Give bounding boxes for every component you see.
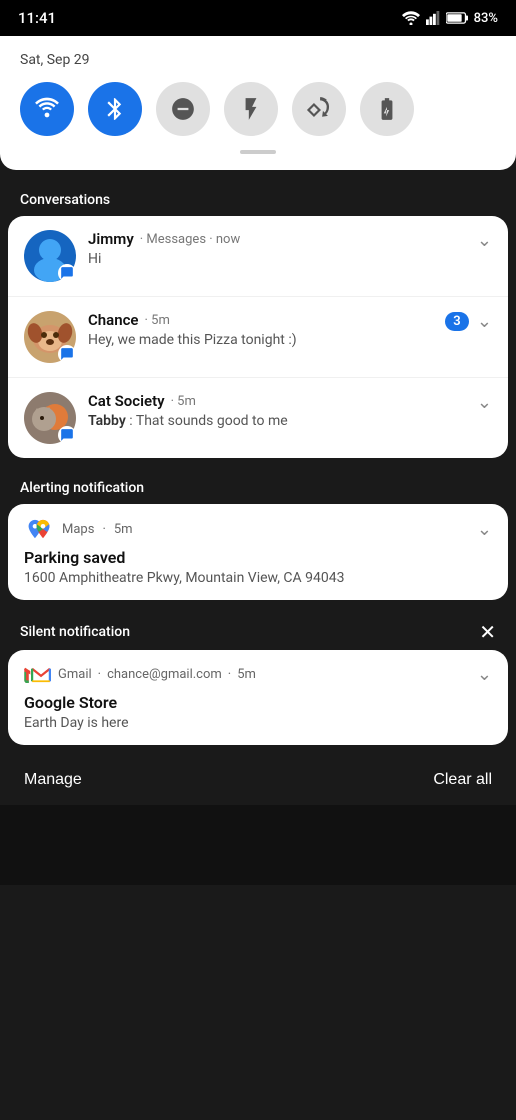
alerting-title: Alerting notification: [20, 480, 144, 496]
silent-title: Silent notification: [20, 624, 130, 640]
conversation-chance: Chance · 5m Hey, we made this Pizza toni…: [8, 297, 508, 378]
chance-app-badge: [58, 345, 76, 363]
status-icons: 83%: [402, 11, 498, 26]
jimmy-actions: ⌄: [477, 230, 492, 251]
cat-society-message: Tabby : That sounds good to me: [88, 413, 469, 429]
flashlight-toggle[interactable]: [224, 82, 278, 136]
conversation-jimmy: Jimmy · Messages · now Hi ⌄: [8, 216, 508, 297]
jimmy-sender: Jimmy: [88, 230, 134, 248]
chance-expand-icon[interactable]: ⌄: [477, 311, 492, 332]
jimmy-avatar-wrap: [24, 230, 76, 282]
battery-percent: 83%: [474, 11, 498, 26]
maps-notif-body: 1600 Amphitheatre Pkwy, Mountain View, C…: [24, 570, 492, 586]
cat-society-meta: · 5m: [171, 394, 196, 409]
cat-society-app-badge: [58, 426, 76, 444]
gmail-time: 5m: [237, 667, 256, 682]
gmail-app-info: Gmail · chance@gmail.com · 5m: [24, 667, 256, 683]
silent-card: Gmail · chance@gmail.com · 5m ⌄ Google S…: [8, 650, 508, 745]
rotate-toggle[interactable]: [292, 82, 346, 136]
maps-notif-title: Parking saved: [24, 548, 492, 567]
maps-app-time: 5m: [114, 522, 133, 537]
wifi-toggle[interactable]: [20, 82, 74, 136]
gmail-m-icon: [30, 667, 52, 683]
chance-message: Hey, we made this Pizza tonight :): [88, 332, 437, 348]
jimmy-meta: · Messages · now: [140, 232, 240, 247]
gmail-app-name: Gmail: [58, 667, 92, 682]
chance-sender: Chance: [88, 311, 139, 329]
cat-society-expand-icon[interactable]: ⌄: [477, 392, 492, 413]
dnd-toggle[interactable]: [156, 82, 210, 136]
status-time: 11:41: [18, 9, 56, 27]
bluetooth-toggle[interactable]: [88, 82, 142, 136]
quick-date: Sat, Sep 29: [20, 52, 496, 68]
maps-app-row: Maps · 5m ⌄: [24, 518, 492, 540]
jimmy-app-badge: [58, 264, 76, 282]
chance-meta: · 5m: [145, 313, 170, 328]
cat-society-prefix: Tabby: [88, 413, 126, 429]
wifi-status-icon: [402, 11, 420, 25]
gmail-dot1: ·: [98, 667, 101, 682]
maps-app-name: Maps: [62, 522, 94, 537]
chance-badge: 3: [445, 312, 469, 331]
jimmy-header-row: Jimmy · Messages · now: [88, 230, 469, 248]
chance-content: Chance · 5m Hey, we made this Pizza toni…: [88, 311, 437, 348]
gmail-app-row: Gmail · chance@gmail.com · 5m ⌄: [24, 664, 492, 685]
conversation-cat-society: Cat Society · 5m Tabby : That sounds goo…: [8, 378, 508, 458]
scroll-indicator: [240, 150, 276, 154]
jimmy-message: Hi: [88, 251, 469, 267]
gmail-notif-body: Earth Day is here: [24, 715, 492, 731]
manage-button[interactable]: Manage: [24, 771, 82, 789]
dark-bottom-area: [0, 805, 516, 885]
quick-toggles: [20, 82, 496, 136]
maps-notification: Maps · 5m ⌄ Parking saved 1600 Amphithea…: [8, 504, 508, 600]
cat-society-actions: ⌄: [477, 392, 492, 413]
clear-all-button[interactable]: Clear all: [433, 771, 492, 789]
cat-society-content: Cat Society · 5m Tabby : That sounds goo…: [88, 392, 469, 429]
quick-settings-panel: Sat, Sep 29: [0, 36, 516, 170]
cat-society-message-text: : That sounds good to me: [129, 413, 287, 429]
conversations-card: Jimmy · Messages · now Hi ⌄: [8, 216, 508, 458]
cat-society-header-row: Cat Society · 5m: [88, 392, 469, 410]
alerting-card: Maps · 5m ⌄ Parking saved 1600 Amphithea…: [8, 504, 508, 600]
chance-avatar-wrap: [24, 311, 76, 363]
gmail-expand-icon[interactable]: ⌄: [477, 664, 492, 685]
maps-dot-sep: ·: [102, 522, 105, 537]
signal-status-icon: [426, 11, 440, 25]
jimmy-expand-icon[interactable]: ⌄: [477, 230, 492, 251]
silent-header: Silent notification ✕: [0, 610, 516, 650]
jimmy-content: Jimmy · Messages · now Hi: [88, 230, 469, 267]
alerting-header: Alerting notification: [0, 468, 516, 504]
battery-status-icon: [446, 12, 468, 24]
status-bar: 11:41 83%: [0, 0, 516, 36]
gmail-notif-title: Google Store: [24, 693, 492, 712]
conversations-header: Conversations: [0, 180, 516, 216]
cat-society-sender: Cat Society: [88, 392, 165, 410]
conversations-title: Conversations: [20, 192, 110, 208]
bottom-bar: Manage Clear all: [0, 755, 516, 805]
gmail-dot2: ·: [228, 667, 231, 682]
gmail-notification: Gmail · chance@gmail.com · 5m ⌄ Google S…: [8, 650, 508, 745]
maps-pin-icon: [32, 518, 54, 540]
cat-society-avatar-wrap: [24, 392, 76, 444]
chance-actions: 3 ⌄: [445, 311, 492, 332]
battery-saver-toggle[interactable]: [360, 82, 414, 136]
maps-app-info: Maps · 5m: [24, 518, 133, 540]
maps-expand-icon[interactable]: ⌄: [477, 519, 492, 540]
chance-header-row: Chance · 5m: [88, 311, 437, 329]
gmail-email: chance@gmail.com: [107, 667, 222, 682]
silent-close-icon[interactable]: ✕: [479, 622, 496, 642]
